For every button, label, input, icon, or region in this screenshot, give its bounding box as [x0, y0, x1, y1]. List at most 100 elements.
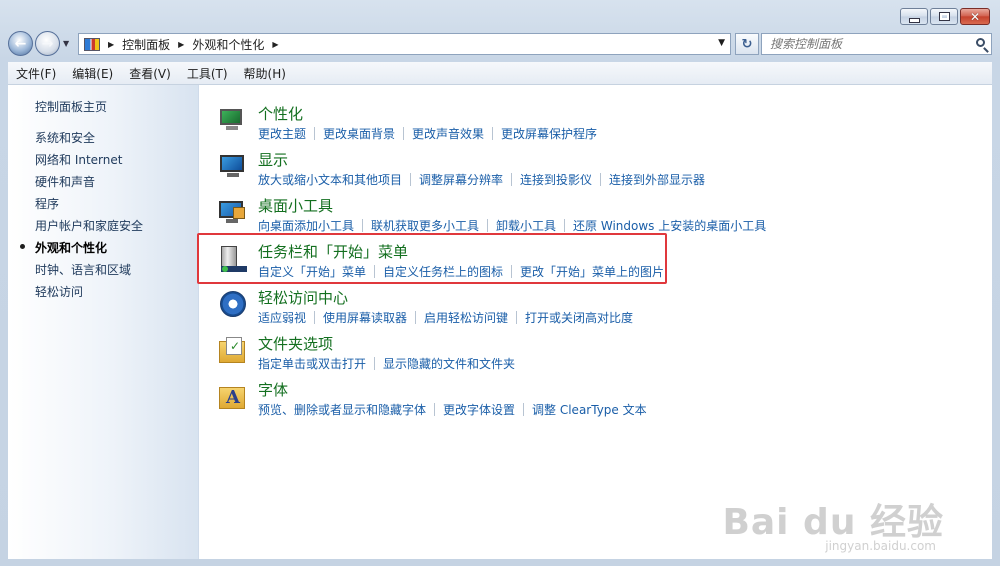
category-link[interactable]: 向桌面添加小工具	[258, 217, 354, 234]
category-link[interactable]: 更改屏幕保护程序	[501, 125, 597, 142]
menu-view[interactable]: 查看(V)	[121, 65, 179, 82]
caption-buttons: ✕	[900, 8, 990, 25]
category-link[interactable]: 显示隐藏的文件和文件夹	[383, 355, 515, 372]
breadcrumb-control-panel[interactable]: 控制面板	[122, 36, 170, 53]
category-link[interactable]: 卸载小工具	[496, 217, 556, 234]
category-link[interactable]: 更改声音效果	[412, 125, 484, 142]
link-separator	[362, 219, 364, 232]
link-separator	[314, 127, 316, 140]
sidebar-item-ease-of-access[interactable]: 轻松访问	[35, 283, 83, 300]
category-link[interactable]: 连接到投影仪	[520, 171, 592, 188]
window-frame: ✕ ← → ▼ ▶ 控制面板 ▶ 外观和个性化 ▶ ▼ ↻ 文件(F) 编辑(E…	[0, 0, 1000, 566]
category-personalization: 个性化 更改主题 更改桌面背景 更改声音效果 更改屏幕保护程序	[218, 103, 978, 143]
address-dropdown-icon[interactable]: ▼	[718, 38, 725, 48]
personalization-icon[interactable]	[218, 105, 248, 135]
category-link[interactable]: 还原 Windows 上安装的桌面小工具	[573, 217, 766, 234]
breadcrumb-separator-icon[interactable]: ▶	[108, 40, 114, 49]
sidebar-item-appearance[interactable]: 外观和个性化	[35, 239, 107, 256]
back-arrow-icon: ←	[14, 35, 27, 52]
category-link[interactable]: 调整 ClearType 文本	[532, 401, 647, 418]
category-link[interactable]: 更改「开始」菜单上的图片	[520, 263, 664, 280]
minimize-icon	[908, 17, 920, 23]
category-links: 更改主题 更改桌面背景 更改声音效果 更改屏幕保护程序	[258, 125, 597, 142]
category-title[interactable]: 显示	[258, 149, 288, 170]
category-title[interactable]: 轻松访问中心	[258, 287, 348, 308]
baidu-watermark: Bai du 经验	[722, 502, 944, 543]
link-separator	[410, 173, 412, 186]
category-link[interactable]: 预览、删除或者显示和隐藏字体	[258, 401, 426, 418]
category-title[interactable]: 字体	[258, 379, 288, 400]
category-link[interactable]: 更改主题	[258, 125, 306, 142]
display-icon[interactable]	[218, 151, 248, 181]
link-separator	[564, 219, 566, 232]
category-link[interactable]: 适应弱视	[258, 309, 306, 326]
category-link[interactable]: 调整屏幕分辨率	[419, 171, 503, 188]
link-separator	[523, 403, 525, 416]
category-ease-of-access: 轻松访问中心 适应弱视 使用屏幕读取器 启用轻松访问键 打开或关闭高对比度	[218, 287, 978, 327]
back-button[interactable]: ←	[8, 31, 33, 56]
refresh-icon: ↻	[741, 36, 753, 52]
menu-help[interactable]: 帮助(H)	[236, 65, 294, 82]
category-link[interactable]: 放大或缩小文本和其他项目	[258, 171, 402, 188]
minimize-button[interactable]	[900, 8, 928, 25]
category-link[interactable]: 连接到外部显示器	[609, 171, 705, 188]
menu-tools[interactable]: 工具(T)	[179, 65, 236, 82]
category-display: 显示 放大或缩小文本和其他项目 调整屏幕分辨率 连接到投影仪 连接到外部显示器	[218, 149, 978, 189]
fonts-icon[interactable]: A	[218, 381, 248, 411]
search-input[interactable]	[768, 36, 972, 52]
category-link[interactable]: 使用屏幕读取器	[323, 309, 407, 326]
category-title[interactable]: 文件夹选项	[258, 333, 333, 354]
menu-edit[interactable]: 编辑(E)	[64, 65, 121, 82]
sidebar-item-user-accounts[interactable]: 用户帐户和家庭安全	[35, 217, 143, 234]
category-link[interactable]: 更改桌面背景	[323, 125, 395, 142]
address-bar[interactable]: ▶ 控制面板 ▶ 外观和个性化 ▶ ▼	[78, 33, 731, 55]
taskbar-icon[interactable]	[218, 243, 248, 273]
category-links: 预览、删除或者显示和隐藏字体 更改字体设置 调整 ClearType 文本	[258, 401, 647, 418]
forward-button[interactable]: →	[35, 31, 60, 56]
link-separator	[403, 127, 405, 140]
breadcrumb-appearance[interactable]: 外观和个性化	[192, 36, 264, 53]
breadcrumb-separator-icon[interactable]: ▶	[178, 40, 184, 49]
ease-of-access-icon[interactable]	[218, 289, 248, 319]
category-links: 放大或缩小文本和其他项目 调整屏幕分辨率 连接到投影仪 连接到外部显示器	[258, 171, 705, 188]
category-link[interactable]: 启用轻松访问键	[424, 309, 508, 326]
breadcrumb-separator-icon[interactable]: ▶	[272, 40, 278, 49]
category-folder-options: ✓ 文件夹选项 指定单击或双击打开 显示隐藏的文件和文件夹	[218, 333, 978, 373]
link-separator	[487, 219, 489, 232]
category-link[interactable]: 联机获取更多小工具	[371, 217, 479, 234]
menu-bar: 文件(F) 编辑(E) 查看(V) 工具(T) 帮助(H)	[8, 62, 992, 85]
maximize-button[interactable]	[930, 8, 958, 25]
sidebar-home-link[interactable]: 控制面板主页	[35, 98, 107, 115]
category-link[interactable]: 自定义「开始」菜单	[258, 263, 366, 280]
link-separator	[511, 173, 513, 186]
folder-options-icon[interactable]: ✓	[218, 335, 248, 365]
link-separator	[374, 357, 376, 370]
category-link[interactable]: 打开或关闭高对比度	[525, 309, 633, 326]
active-item-bullet	[20, 244, 25, 249]
gadgets-icon[interactable]	[218, 197, 248, 227]
refresh-button[interactable]: ↻	[735, 33, 759, 55]
menu-file[interactable]: 文件(F)	[8, 65, 64, 82]
search-icon[interactable]	[976, 38, 985, 47]
link-separator	[600, 173, 602, 186]
category-title[interactable]: 桌面小工具	[258, 195, 333, 216]
link-separator	[374, 265, 376, 278]
category-link[interactable]: 更改字体设置	[443, 401, 515, 418]
sidebar-item-hardware-sound[interactable]: 硬件和声音	[35, 173, 95, 190]
category-title[interactable]: 任务栏和「开始」菜单	[258, 241, 408, 262]
search-box[interactable]	[761, 33, 992, 55]
recent-pages-dropdown-icon[interactable]: ▼	[63, 39, 69, 48]
sidebar-item-network[interactable]: 网络和 Internet	[35, 151, 122, 168]
content-area: 控制面板主页 系统和安全 网络和 Internet 硬件和声音 程序 用户帐户和…	[8, 85, 992, 559]
category-taskbar-start: 任务栏和「开始」菜单 自定义「开始」菜单 自定义任务栏上的图标 更改「开始」菜单…	[218, 241, 978, 281]
category-link[interactable]: 自定义任务栏上的图标	[383, 263, 503, 280]
category-link[interactable]: 指定单击或双击打开	[258, 355, 366, 372]
category-links: 适应弱视 使用屏幕读取器 启用轻松访问键 打开或关闭高对比度	[258, 309, 633, 326]
category-title[interactable]: 个性化	[258, 103, 303, 124]
sidebar-item-system-security[interactable]: 系统和安全	[35, 129, 95, 146]
sidebar-item-programs[interactable]: 程序	[35, 195, 59, 212]
sidebar-item-clock-language[interactable]: 时钟、语言和区域	[35, 261, 131, 278]
forward-arrow-icon: →	[41, 35, 54, 52]
close-button[interactable]: ✕	[960, 8, 990, 25]
link-separator	[511, 265, 513, 278]
